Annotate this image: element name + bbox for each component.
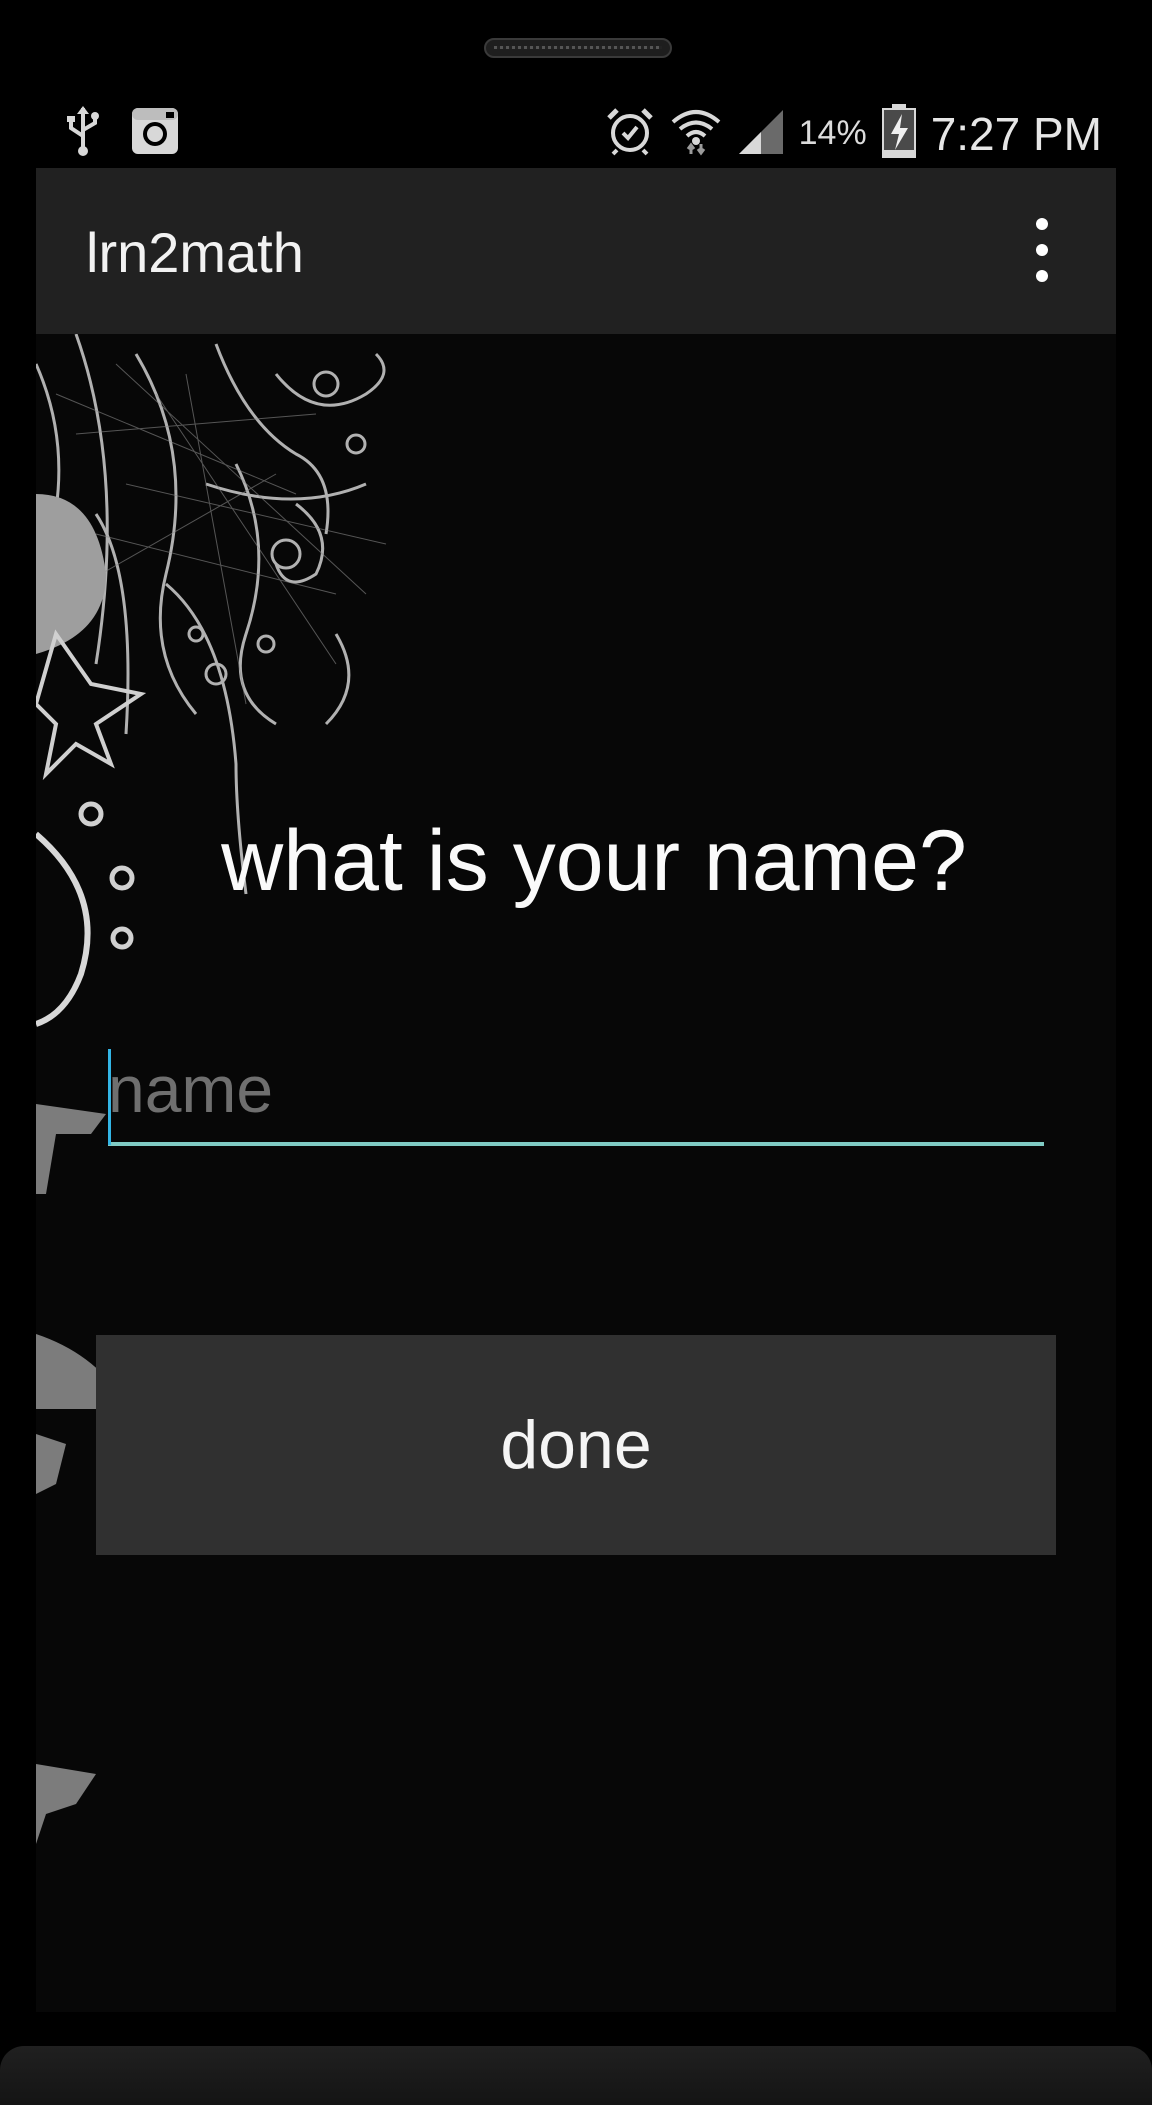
alarm-icon bbox=[605, 106, 655, 161]
overflow-menu-icon[interactable] bbox=[1022, 218, 1062, 282]
signal-icon bbox=[737, 106, 785, 161]
battery-charging-icon bbox=[881, 104, 917, 163]
menu-dot bbox=[1036, 244, 1048, 256]
menu-dot bbox=[1036, 270, 1048, 282]
battery-percent: 14% bbox=[798, 114, 867, 152]
action-bar: lrn2math bbox=[36, 168, 1116, 334]
usb-icon bbox=[66, 106, 100, 161]
name-question: what is your name? bbox=[221, 813, 967, 909]
wifi-icon bbox=[669, 106, 723, 161]
phone-bottom-bezel bbox=[0, 2046, 1152, 2105]
done-button[interactable]: done bbox=[96, 1335, 1056, 1555]
menu-dot bbox=[1036, 218, 1048, 230]
app-title: lrn2math bbox=[86, 221, 304, 284]
instagram-icon bbox=[130, 106, 180, 161]
background-illustration bbox=[36, 334, 1116, 2012]
text-cursor bbox=[108, 1049, 111, 1145]
device-screen: 14% 7:27 PM lrn2math what is your name? … bbox=[36, 76, 1116, 2012]
status-bar: 14% 7:27 PM bbox=[36, 76, 1116, 168]
clock: 7:27 PM bbox=[930, 107, 1102, 160]
earpiece-speaker bbox=[484, 38, 672, 58]
name-input[interactable] bbox=[108, 1036, 1044, 1146]
